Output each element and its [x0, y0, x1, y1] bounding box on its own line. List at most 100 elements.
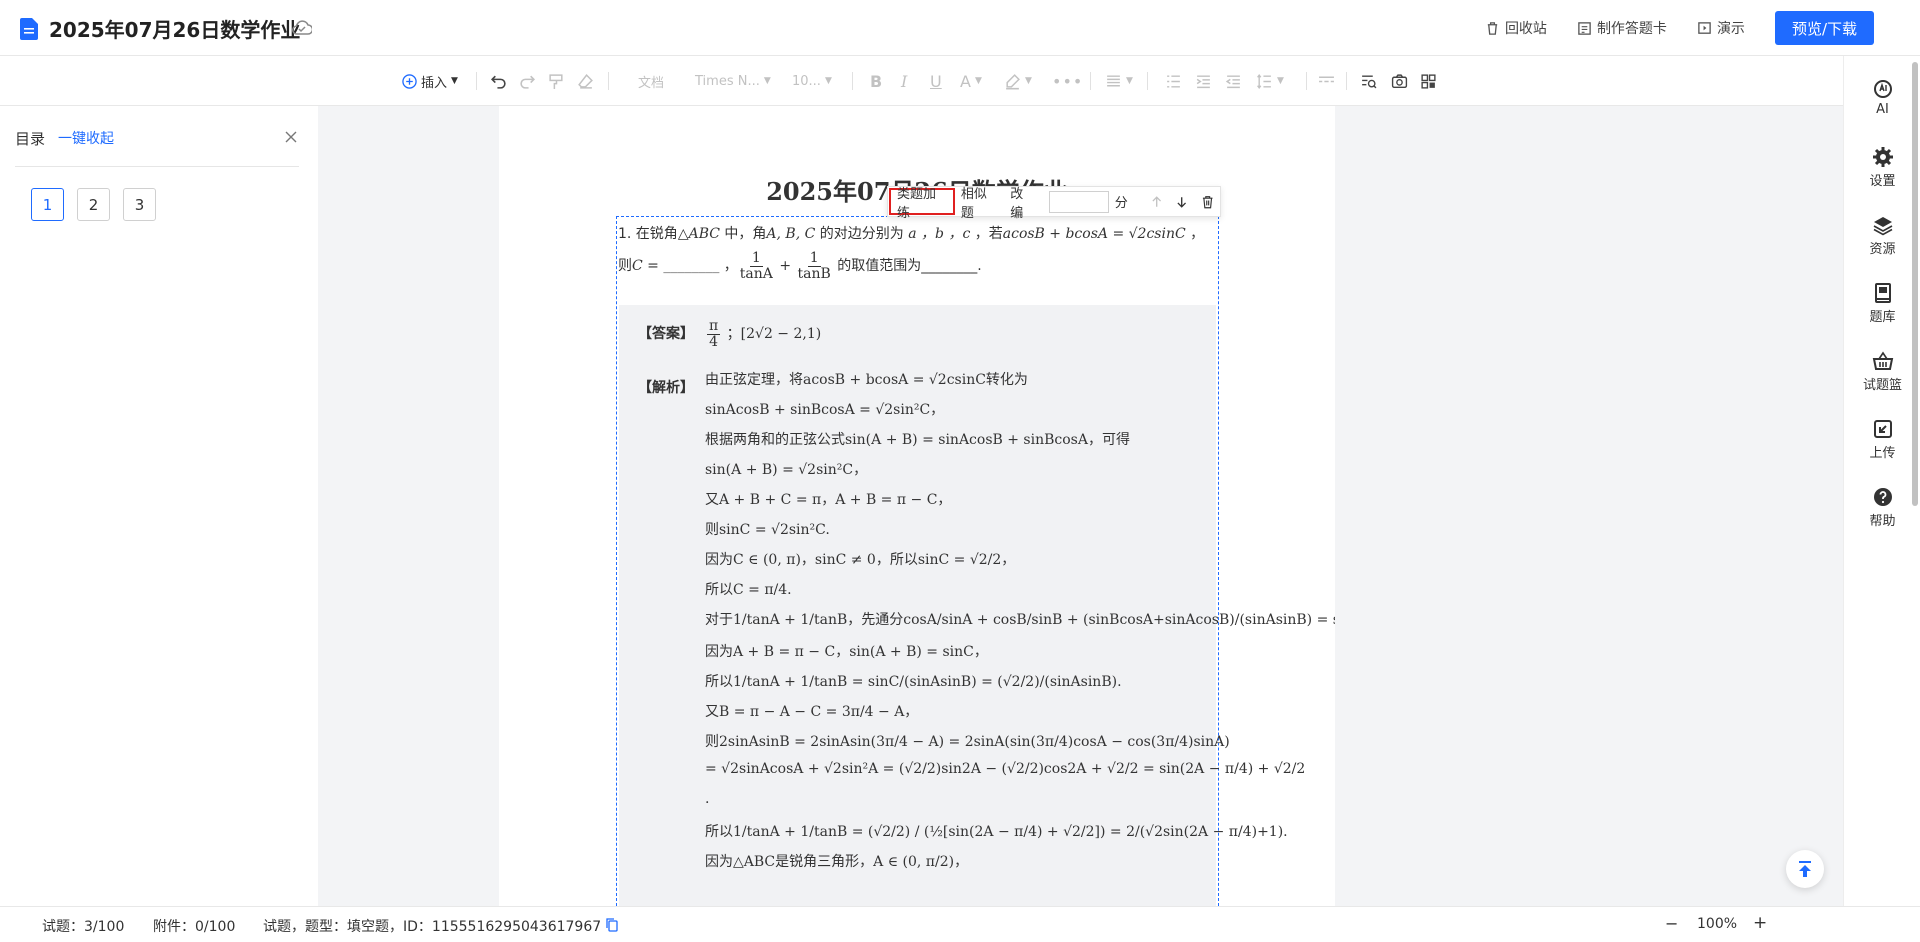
- right-panel-label: AI: [1876, 102, 1889, 117]
- zoom-out-button[interactable]: −: [1665, 914, 1678, 933]
- list-button[interactable]: [1165, 68, 1182, 94]
- toc-item-3[interactable]: 3: [123, 188, 156, 221]
- divider-line-button[interactable]: [1318, 68, 1335, 94]
- present-icon: [1698, 21, 1711, 34]
- right-panel-settings[interactable]: 设置: [1844, 146, 1920, 189]
- gear-icon: [1872, 147, 1893, 167]
- line-spacing-button[interactable]: ▼: [1256, 68, 1284, 94]
- align-icon: [1107, 74, 1120, 86]
- scan-button[interactable]: [1420, 68, 1437, 94]
- close-icon[interactable]: [284, 130, 298, 144]
- basket-icon: [1872, 351, 1893, 370]
- answer-label: 【答案】: [638, 326, 694, 342]
- right-panel-resources[interactable]: 资源: [1844, 214, 1920, 257]
- present-label: 演示: [1716, 21, 1745, 37]
- font-family-select[interactable]: Times N... ▼: [695, 68, 771, 94]
- clear-format-button[interactable]: [577, 68, 594, 94]
- right-panel-label: 上传: [1869, 446, 1896, 461]
- analysis-line: 由正弦定理，将acosB + bcosA = √2csinC转化为: [705, 372, 1028, 388]
- more-button[interactable]: •••: [1052, 68, 1083, 94]
- bold-button[interactable]: B: [870, 68, 882, 94]
- similar-question-button[interactable]: 相似题: [955, 187, 1004, 221]
- cloud-sync-icon: [292, 20, 312, 35]
- find-replace-button[interactable]: [1360, 68, 1377, 94]
- toolbar-divider: [608, 72, 609, 90]
- answer-card-button[interactable]: 制作答题卡: [1577, 10, 1667, 46]
- caret-down-icon: ▼: [1277, 76, 1284, 86]
- preview-download-button[interactable]: 预览/下载: [1774, 11, 1874, 45]
- format-painter-icon: [549, 73, 563, 89]
- recycle-bin-button[interactable]: 回收站: [1485, 10, 1547, 46]
- analysis-line: 所以C = π/4.: [705, 582, 792, 598]
- question-text: 的对边分别为: [815, 226, 904, 242]
- answer-content: π4 ；[2√2 − 2,1): [705, 319, 821, 349]
- fraction-denominator: tanB: [797, 265, 831, 282]
- score-input[interactable]: [1049, 190, 1109, 213]
- arrow-down-icon[interactable]: [1175, 195, 1188, 209]
- top-actions: 回收站 制作答题卡 演示 预览/下载: [1485, 10, 1874, 46]
- caret-down-icon: ▼: [974, 76, 982, 86]
- insert-menu-button[interactable]: 插入 ▼: [402, 68, 458, 94]
- collapse-all-link[interactable]: 一键收起: [58, 128, 114, 148]
- bold-icon: B: [870, 71, 883, 91]
- document-title[interactable]: 2025年07月26日数学作业: [49, 14, 300, 43]
- similar-training-button[interactable]: 类题加练: [889, 187, 955, 221]
- font-family-label: Times N...: [695, 73, 760, 89]
- italic-button[interactable]: I: [901, 68, 907, 94]
- underline-button[interactable]: U: [930, 68, 942, 94]
- adapt-button[interactable]: 改编: [1004, 187, 1041, 221]
- analysis-line: 又B = π − A − C = 3π/4 − A，: [705, 704, 919, 720]
- toc-item-1[interactable]: 1: [31, 188, 64, 221]
- back-to-top-button[interactable]: [1786, 850, 1824, 888]
- scrollbar-thumb[interactable]: [1912, 62, 1918, 506]
- analysis-line: .: [705, 791, 710, 807]
- toolbar-divider: [1346, 72, 1347, 90]
- paragraph-style-select[interactable]: 文档: [638, 68, 664, 94]
- undo-button[interactable]: [490, 68, 507, 94]
- align-button[interactable]: ▼: [1105, 68, 1133, 94]
- present-button[interactable]: 演示: [1697, 10, 1745, 46]
- upload-icon: [1873, 420, 1892, 438]
- question-count: 试题：3/100: [42, 919, 125, 935]
- font-color-button[interactable]: A ▼: [960, 68, 982, 94]
- zoom-in-button[interactable]: +: [1753, 913, 1767, 933]
- help-icon: [1873, 488, 1892, 506]
- copy-icon[interactable]: [606, 918, 619, 932]
- fraction: 1 tanB: [798, 251, 831, 281]
- question-block[interactable]: 1. 在锐角△ABC 中，角A, B, C 的对边分别为 a ，b ，c ，若a…: [616, 216, 1335, 906]
- right-panel-ai[interactable]: AI: [1844, 78, 1920, 117]
- indent-decrease-button[interactable]: [1225, 68, 1242, 94]
- format-painter-button[interactable]: [548, 68, 565, 94]
- arrow-up-icon[interactable]: [1150, 195, 1163, 209]
- highlight-button[interactable]: ▼: [1004, 68, 1032, 94]
- score-unit: 分: [1114, 196, 1128, 211]
- indent-increase-button[interactable]: [1195, 68, 1212, 94]
- font-size-select[interactable]: 10... ▼: [792, 68, 832, 94]
- right-panel-help[interactable]: 帮助: [1844, 486, 1920, 529]
- trash-icon[interactable]: [1201, 195, 1214, 209]
- answer-card-icon: [1578, 21, 1591, 35]
- question-math: +: [774, 258, 796, 275]
- layers-icon: [1873, 217, 1892, 236]
- redo-button[interactable]: [519, 68, 536, 94]
- fraction-denominator: tanA: [739, 265, 773, 282]
- toc-item-2[interactable]: 2: [77, 188, 110, 221]
- question-text: 则: [618, 258, 632, 275]
- camera-icon: [1391, 73, 1408, 88]
- right-panel-question-bank[interactable]: 题库: [1844, 282, 1920, 325]
- document-page[interactable]: 2025年07月26日数学作业 1. 在锐角△ABC 中，角A, B, C 的对…: [499, 106, 1335, 906]
- list-icon: [1167, 74, 1180, 88]
- indent-decrease-icon: [1225, 74, 1240, 88]
- right-panel: AI 设置 资源 题库 试题篮 上传 帮助: [1843, 56, 1920, 906]
- toc-divider: [15, 166, 299, 167]
- right-panel-basket[interactable]: 试题篮: [1844, 350, 1920, 393]
- question-math: A, B, C: [766, 226, 816, 242]
- highlighter-icon: [1006, 73, 1020, 89]
- question-math: acosB + bcosA = √2csinC: [1002, 226, 1186, 242]
- screenshot-button[interactable]: [1391, 68, 1408, 94]
- right-panel-upload[interactable]: 上传: [1844, 418, 1920, 461]
- caret-down-icon: ▼: [1126, 76, 1133, 86]
- status-bar: 试题：3/100 附件：0/100 试题，题型：填空题，ID：115551629…: [0, 906, 1920, 942]
- question-info: 试题，题型：填空题，ID：1155516295043617967: [263, 919, 602, 935]
- dashed-line-icon: [1319, 76, 1334, 82]
